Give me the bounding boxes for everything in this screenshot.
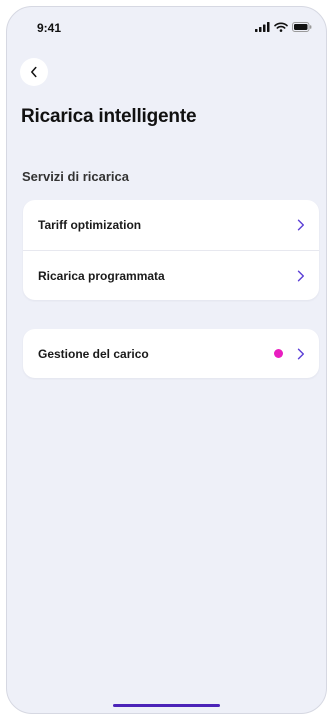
status-icons <box>255 22 312 32</box>
page-title: Ricarica intelligente <box>21 106 197 127</box>
section-title: Servizi di ricarica <box>22 169 129 184</box>
load-management-card: Gestione del carico <box>23 329 319 378</box>
chevron-right-icon <box>297 348 304 359</box>
chevron-left-icon <box>31 66 37 78</box>
wifi-icon <box>274 22 288 32</box>
load-management-row[interactable]: Gestione del carico <box>23 329 319 378</box>
chevron-right-icon <box>297 270 304 281</box>
signal-icon <box>255 22 270 32</box>
load-management-label: Gestione del carico <box>38 346 149 361</box>
phone-screen: 9:41 Ricarica intelligente Servizi di ri… <box>6 6 327 714</box>
tariff-optimization-row[interactable]: Tariff optimization <box>23 200 319 250</box>
back-button[interactable] <box>20 58 48 86</box>
chevron-right-icon <box>297 219 304 231</box>
battery-icon <box>292 22 312 32</box>
tariff-optimization-label: Tariff optimization <box>38 218 142 232</box>
home-indicator[interactable] <box>113 704 220 707</box>
notification-dot <box>274 349 283 358</box>
charging-services-card: Tariff optimization Ricarica programmata <box>23 200 319 300</box>
scheduled-charging-label: Ricarica programmata <box>38 268 165 283</box>
status-bar: 9:41 <box>7 7 326 47</box>
scheduled-charging-row[interactable]: Ricarica programmata <box>23 250 319 300</box>
status-time: 9:41 <box>37 21 62 35</box>
